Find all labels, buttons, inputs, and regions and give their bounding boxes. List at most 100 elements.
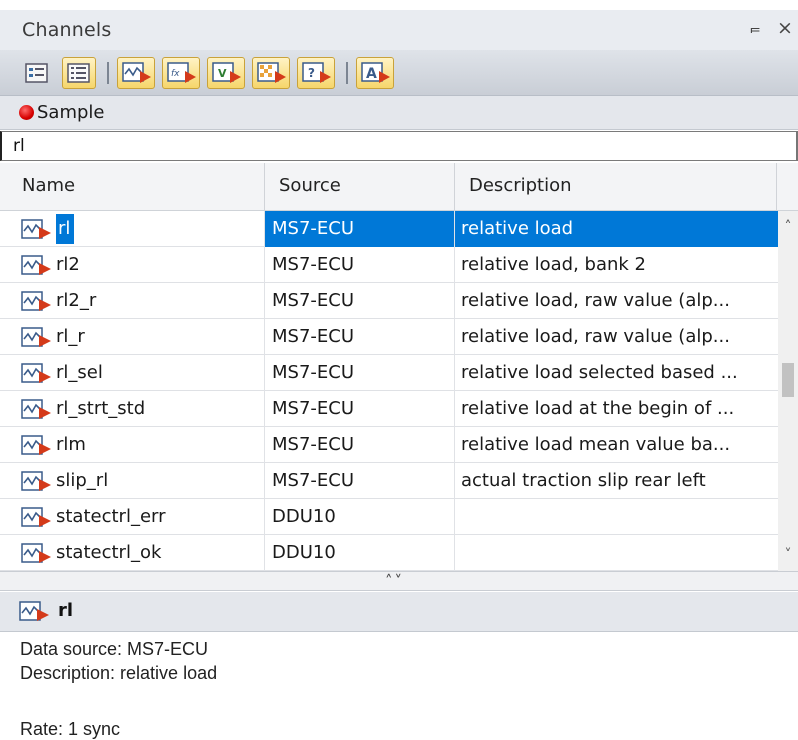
channel-name: rl_sel <box>56 362 103 383</box>
channel-name: rl_r <box>56 326 85 347</box>
toolbar-separator <box>346 62 348 84</box>
table-row[interactable]: rl2_r MS7-ECU relative load, raw value (al… <box>0 283 778 319</box>
cell-source: MS7-ECU <box>265 463 455 499</box>
channel-icon <box>21 471 51 491</box>
channel-name: rl_strt_std <box>56 398 146 419</box>
detail-description: Description: relative load <box>20 663 218 683</box>
cell-name: rl_strt_std <box>0 391 265 427</box>
channel-name: rl2_r <box>56 290 97 311</box>
function-channel-icon: fx <box>167 62 196 83</box>
unknown-channel-button[interactable]: ? <box>297 57 335 89</box>
table-row[interactable]: statectrl_err DDU10 <box>0 499 778 535</box>
scroll-down-icon[interactable]: ˅ <box>778 547 798 563</box>
panel-titlebar: Channels ⫭ × <box>0 10 798 50</box>
cell-description: relative load, raw value (alp... <box>461 326 730 347</box>
channel-name: rl2 <box>56 254 80 275</box>
cell-source: DDU10 <box>265 535 455 571</box>
table-row[interactable]: slip_rl MS7-ECU actual traction slip rear … <box>0 463 778 499</box>
cell-source: MS7-ECU <box>265 211 455 247</box>
cell-description: relative load <box>455 211 778 247</box>
table-row[interactable]: rl_strt_std MS7-ECU relative load at the b… <box>0 391 778 427</box>
cell-name: rl2 <box>0 247 265 283</box>
channel-list: rl MS7-ECU relative load rl2 MS7-ECU relative… <box>0 211 778 571</box>
panel-splitter[interactable]: ˄˅ <box>0 571 798 591</box>
channel-icon <box>21 543 51 563</box>
splitter-arrows-icon[interactable]: ˄˅ <box>385 572 404 590</box>
svg-text:fx: fx <box>171 69 180 79</box>
cell-source: MS7-ECU <box>265 427 455 463</box>
table-row[interactable]: rl_r MS7-ECU relative load, raw value (alp… <box>0 319 778 355</box>
cell-description: relative load, bank 2 <box>461 254 646 275</box>
cell-name: rl_r <box>0 319 265 355</box>
channel-filter-button[interactable] <box>117 57 155 89</box>
cell-source: MS7-ECU <box>265 283 455 319</box>
close-icon[interactable]: × <box>774 17 796 41</box>
table-row[interactable]: rl_sel MS7-ECU relative load selected base… <box>0 355 778 391</box>
channel-icon <box>21 291 51 311</box>
unknown-channel-icon: ? <box>302 62 331 83</box>
channel-icon <box>21 363 51 383</box>
detail-view-button[interactable] <box>62 57 96 89</box>
text-channel-button[interactable]: A <box>356 57 394 89</box>
channel-name: statectrl_ok <box>56 542 162 563</box>
map-channel-icon <box>257 62 286 83</box>
cell-name: rlm <box>0 427 265 463</box>
channel-type-icon <box>122 62 151 83</box>
channels-panel: Channels ⫭ × fx V ? A Sample rl Name Sou… <box>0 0 798 740</box>
channel-icon <box>21 435 51 455</box>
text-channel-icon: A <box>361 62 390 83</box>
map-channel-button[interactable] <box>252 57 290 89</box>
channels-toolbar: fx V ? A <box>0 50 798 96</box>
cell-description <box>455 499 778 535</box>
cell-description: relative load selected based ... <box>461 362 738 383</box>
cell-description <box>455 535 778 571</box>
table-row[interactable]: statectrl_ok DDU10 <box>0 535 778 571</box>
pin-icon[interactable]: ⫭ <box>744 18 766 42</box>
variable-channel-button[interactable]: V <box>207 57 245 89</box>
list-view-icon <box>25 63 48 83</box>
column-header-name[interactable]: Name <box>0 163 265 211</box>
panel-title: Channels <box>22 19 112 41</box>
svg-text:V: V <box>218 67 227 80</box>
cell-source: MS7-ECU <box>265 247 455 283</box>
cell-name: rl <box>0 211 265 247</box>
detail-data-source: Data source: MS7-ECU <box>20 639 209 659</box>
cell-source: MS7-ECU <box>265 319 455 355</box>
column-header-description[interactable]: Description <box>455 163 777 211</box>
cell-description: relative load at the begin of ... <box>461 398 735 419</box>
vertical-scrollbar[interactable]: ˄ ˅ <box>778 211 798 571</box>
scroll-up-icon[interactable]: ˄ <box>778 219 798 235</box>
cell-description: actual traction slip rear left <box>461 470 706 491</box>
record-dot-icon <box>19 105 34 120</box>
svg-text:?: ? <box>308 66 315 80</box>
channel-name: statectrl_err <box>56 506 166 527</box>
detail-channel-name: rl <box>58 600 74 621</box>
cell-source: MS7-ECU <box>265 391 455 427</box>
table-row[interactable]: rlm MS7-ECU relative load mean value ba... <box>0 427 778 463</box>
scroll-thumb[interactable] <box>782 363 794 397</box>
detail-rate: Rate: 1 sync <box>20 719 121 739</box>
channel-name: rl <box>56 214 75 244</box>
cell-name: rl2_r <box>0 283 265 319</box>
channel-filter-input[interactable] <box>0 131 798 161</box>
sample-label: Sample <box>37 102 105 123</box>
cell-description: relative load, raw value (alp... <box>461 290 730 311</box>
channel-icon <box>19 601 49 621</box>
sample-bar[interactable]: Sample <box>0 96 798 130</box>
channel-icon <box>21 327 51 347</box>
channel-icon <box>21 255 51 275</box>
table-header: Name Source Description <box>0 163 798 211</box>
svg-text:A: A <box>366 66 377 82</box>
detail-view-icon <box>67 63 90 83</box>
channel-name: slip_rl <box>56 470 109 491</box>
cell-source: DDU10 <box>265 499 455 535</box>
channel-icon <box>21 399 51 419</box>
cell-source: MS7-ECU <box>265 355 455 391</box>
table-row[interactable]: rl MS7-ECU relative load <box>0 211 778 247</box>
variable-channel-icon: V <box>212 62 241 83</box>
column-header-source[interactable]: Source <box>265 163 455 211</box>
list-view-button[interactable] <box>20 57 52 89</box>
table-row[interactable]: rl2 MS7-ECU relative load, bank 2 <box>0 247 778 283</box>
function-channel-button[interactable]: fx <box>162 57 200 89</box>
channel-name: rlm <box>56 434 86 455</box>
